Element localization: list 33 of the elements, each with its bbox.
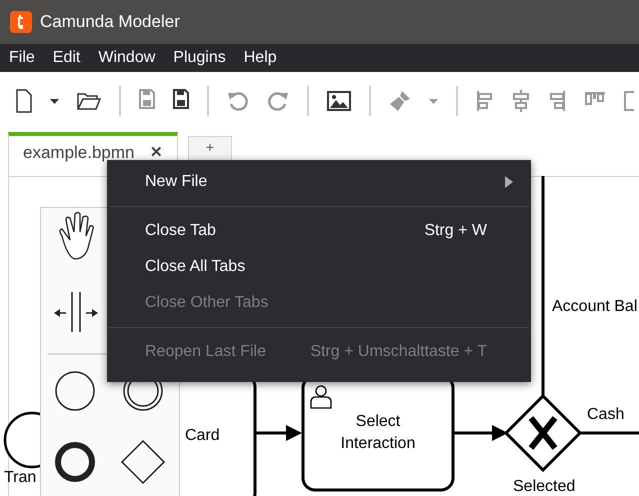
user-icon [310,385,332,409]
menu-item[interactable]: Plugins [173,46,226,70]
align-center-icon[interactable] [512,89,530,113]
close-icon[interactable]: ✕ [150,142,163,164]
shortcut-text: Strg + W [424,221,487,241]
window-title: Camunda Modeler [40,11,180,34]
shortcut-text: Strg + Umschalttaste + T [310,342,487,362]
brush-icon[interactable] [389,89,411,113]
new-file-icon[interactable] [16,89,32,113]
diagram-label: Card [185,426,220,446]
menu-item[interactable]: File [9,46,35,70]
task-label: Select Interaction [340,412,416,454]
sequence-flow [580,432,639,434]
app-logo-icon [10,11,32,33]
align-right-icon[interactable] [548,89,566,113]
end-event-tool-icon[interactable] [55,442,95,482]
diagram-label: Cash [587,405,624,425]
image-icon[interactable] [327,89,351,113]
menu-item[interactable]: Edit [52,46,80,70]
diagram-label: Tran [4,468,36,488]
menu-item[interactable]: Help [244,46,277,70]
hand-tool-icon[interactable] [59,212,94,260]
space-tool-icon[interactable] [54,291,98,333]
diagram-label: Selected [513,477,576,496]
start-event-tool-icon[interactable] [55,371,95,411]
gateway-tool-icon[interactable] [120,440,166,484]
align-icon[interactable] [624,91,634,111]
sequence-flow [453,425,508,441]
align-left-icon[interactable] [476,89,494,113]
menu-item[interactable]: Window [98,46,156,70]
menu-entry[interactable]: Close All Tabs [107,249,531,285]
diagram-label: Account Bal [552,297,638,317]
menu-entry[interactable]: Close Tab Strg + W [107,213,531,249]
